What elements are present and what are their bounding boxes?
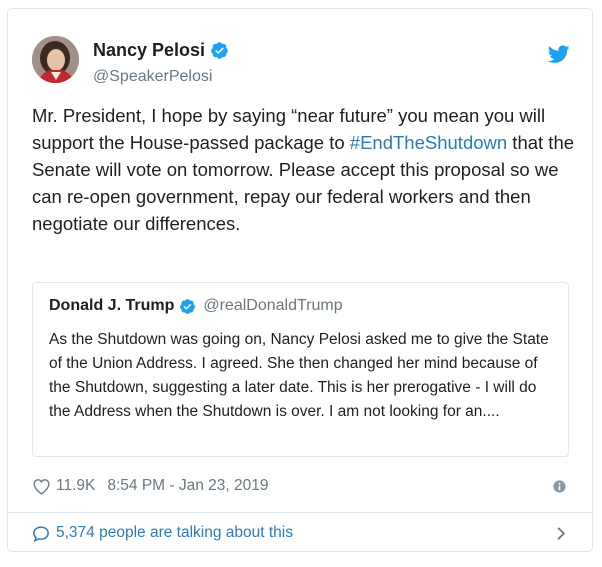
avatar-image: [32, 36, 79, 83]
author-name-row: Nancy Pelosi: [93, 40, 229, 61]
info-icon[interactable]: [553, 480, 566, 493]
speech-bubble-icon: [33, 525, 49, 542]
author-avatar[interactable]: [32, 36, 79, 83]
quoted-tweet-text: As the Shutdown was going on, Nancy Pelo…: [49, 331, 549, 420]
divider: [8, 512, 592, 513]
hashtag-link[interactable]: #EndTheShutdown: [350, 132, 507, 153]
quoted-tweet[interactable]: Donald J. Trump @realDonaldTrump As the …: [32, 282, 569, 457]
heart-icon[interactable]: [32, 478, 51, 495]
conversation-link[interactable]: 5,374 people are talking about this: [32, 520, 293, 546]
talking-count: 5,374 people are talking about this: [56, 524, 293, 541]
twitter-bird-icon[interactable]: [548, 45, 570, 64]
quoted-author-handle: @realDonaldTrump: [203, 297, 343, 314]
quoted-tweet-header: Donald J. Trump @realDonaldTrump: [49, 297, 343, 315]
quoted-author-name: Donald J. Trump: [49, 297, 175, 314]
tweet-card: Nancy Pelosi @SpeakerPelosi Mr. Presiden…: [7, 8, 593, 552]
chevron-right-icon[interactable]: [556, 526, 566, 541]
tweet-meta: 11.9K 8:54 PM - Jan 23, 2019: [32, 477, 269, 495]
tweet-timestamp[interactable]: 8:54 PM - Jan 23, 2019: [107, 477, 268, 495]
tweet-text: Mr. President, I hope by saying “near fu…: [32, 102, 587, 237]
author-name[interactable]: Nancy Pelosi: [93, 40, 205, 61]
author-handle[interactable]: @SpeakerPelosi: [93, 68, 212, 86]
verified-badge-icon: [180, 298, 196, 314]
verified-badge-icon: [211, 42, 228, 59]
like-count[interactable]: 11.9K: [56, 477, 95, 495]
